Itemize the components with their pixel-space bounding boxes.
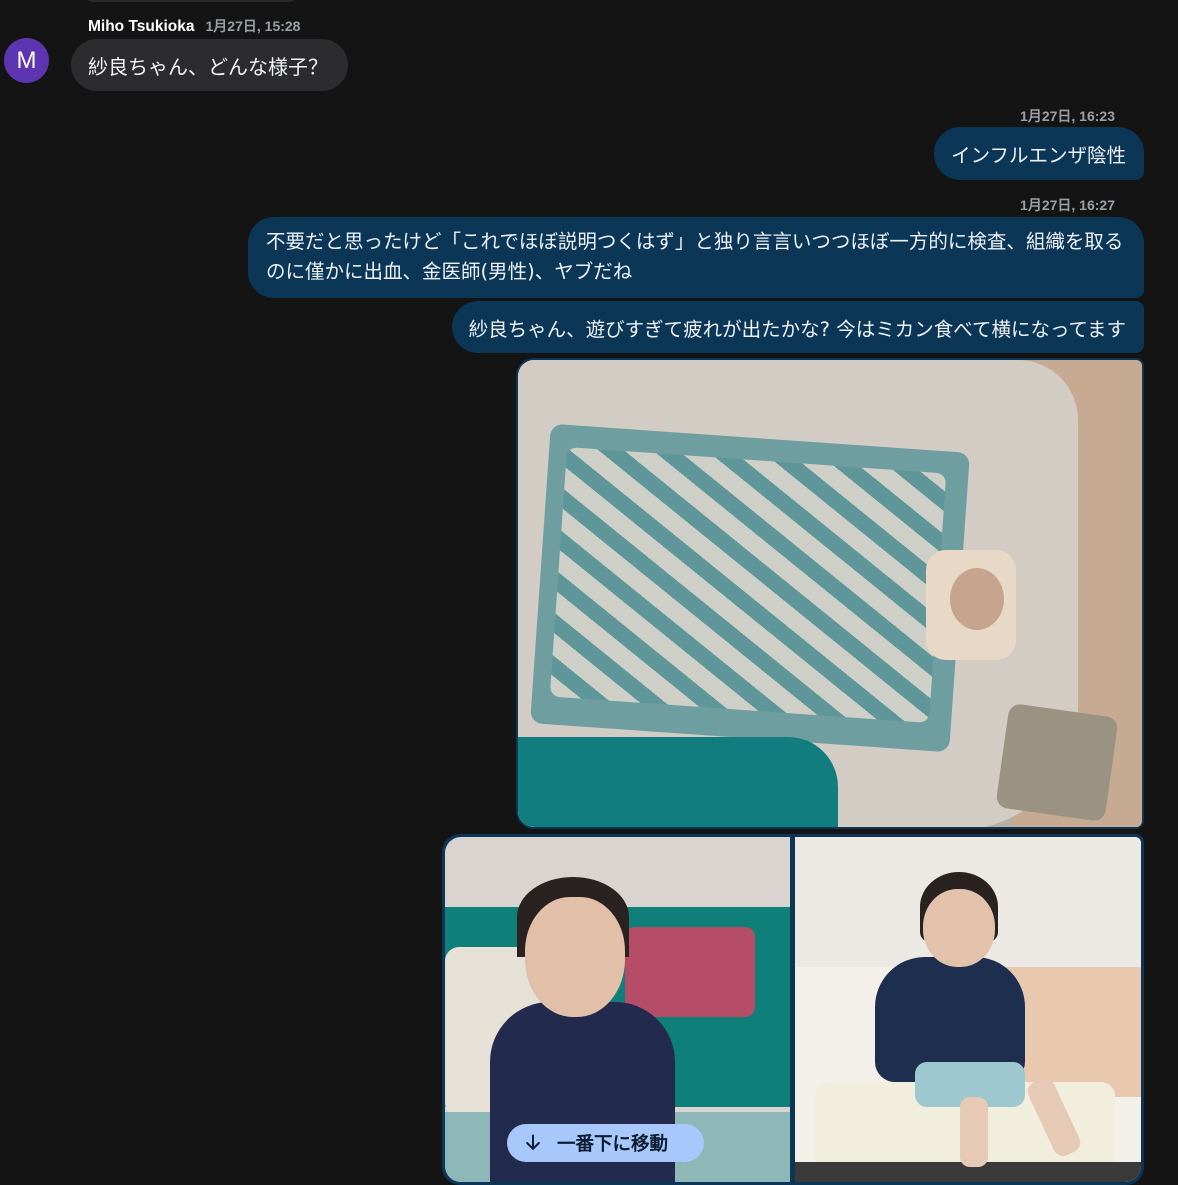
incoming-message[interactable]: 紗良ちゃん、どんな様子？ (71, 39, 348, 91)
message-time: 1月27日, 16:27 (1020, 197, 1115, 213)
photo-child-sleeping-under-blanket[interactable] (516, 358, 1144, 829)
outgoing-message-text: インフルエンザ陰性 (951, 144, 1126, 167)
chat-thread: M Miho Tsukioka 1月27日, 15:28 紗良ちゃん、どんな様子… (0, 0, 1178, 1185)
avatar-letter: M (16, 46, 37, 74)
incoming-message-text: 紗良ちゃん、どんな様子？ (88, 54, 328, 79)
outgoing-message[interactable]: 不要だと思ったけど「これでほぼ説明つくはず」と独り言言いつつほぼ一方的に検査、組… (248, 217, 1144, 298)
sender-name[interactable]: Miho Tsukioka (88, 18, 195, 36)
outgoing-message-text: 不要だと思ったけど「これでほぼ説明つくはず」と独り言言いつつほぼ一方的に検査、組… (266, 230, 1124, 283)
photo-content (795, 837, 1141, 1182)
outgoing-message[interactable]: インフルエンザ陰性 (934, 127, 1144, 180)
message-header: Miho Tsukioka 1月27日, 15:28 (88, 16, 300, 36)
jump-to-bottom-label: 一番下に移動 (557, 1134, 669, 1155)
avatar[interactable]: M (4, 38, 49, 83)
jump-to-bottom-button[interactable]: 一番下に移動 (507, 1124, 704, 1162)
message-time: 1月27日, 16:23 (1020, 108, 1115, 124)
photo-child-in-jacket-on-chair[interactable] (795, 837, 1141, 1182)
outgoing-message-text: 紗良ちゃん、遊びすぎて疲れが出たかな? 今はミカン食べて横になってます (468, 317, 1126, 341)
arrow-down-icon (526, 1134, 540, 1150)
photo-content (518, 360, 1142, 827)
outgoing-message[interactable]: 紗良ちゃん、遊びすぎて疲れが出たかな? 今はミカン食べて横になってます (451, 301, 1144, 353)
previous-message-stub (80, 0, 302, 2)
message-time: 1月27日, 15:28 (205, 18, 301, 34)
